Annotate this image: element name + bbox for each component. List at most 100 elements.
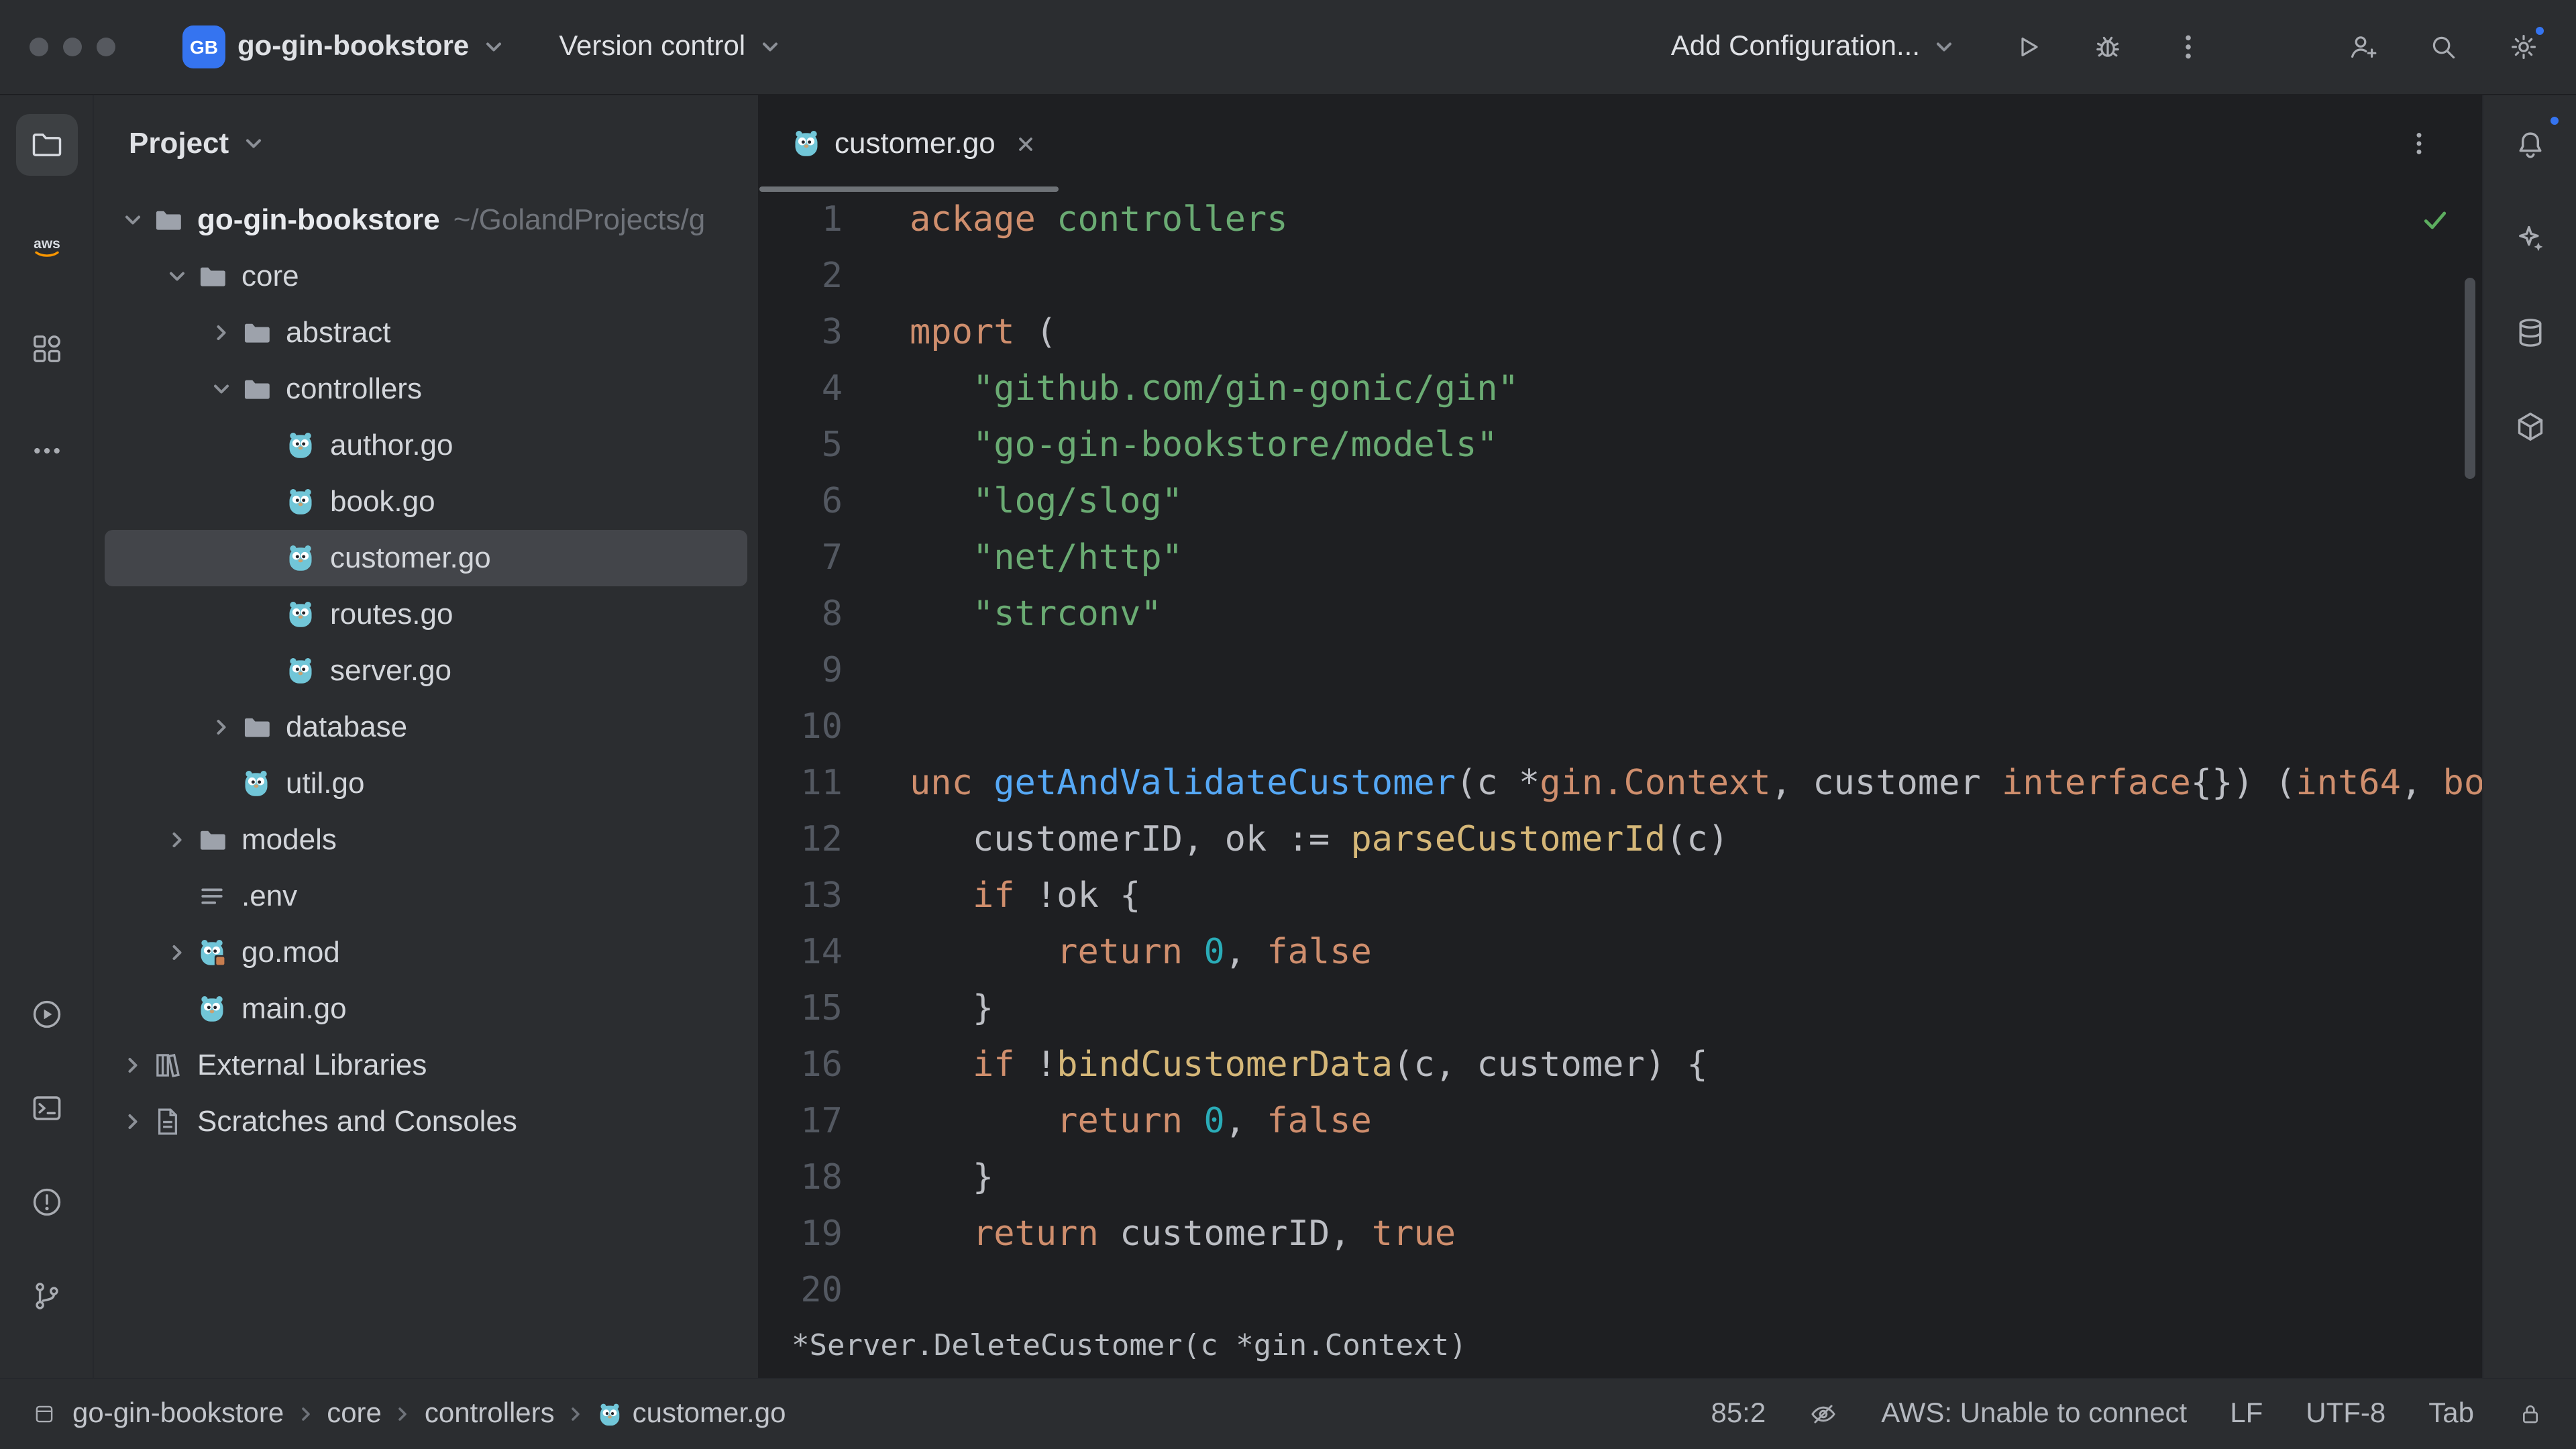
tool-window-button-notifications[interactable] [2499, 114, 2561, 176]
editor[interactable]: 1234567891011121314151617181920 ackage c… [759, 192, 2482, 1315]
chevron-down-icon[interactable] [160, 264, 195, 288]
line-number[interactable]: 15 [759, 981, 843, 1037]
run-configuration-widget[interactable]: Add Configuration... [1660, 23, 1967, 71]
settings-button[interactable] [2501, 24, 2546, 70]
window-minimize-button[interactable] [63, 38, 82, 56]
code-line-14[interactable]: return 0, false [910, 924, 2482, 981]
chevron-right-icon[interactable] [160, 828, 195, 852]
line-number[interactable]: 7 [759, 530, 843, 586]
tool-window-button-git[interactable] [15, 1265, 77, 1327]
code-line-10[interactable] [910, 699, 2482, 755]
window-close-button[interactable] [30, 38, 48, 56]
tool-window-button-database[interactable] [2499, 302, 2561, 364]
tool-window-button-terminal[interactable] [15, 1077, 77, 1139]
aws-connection-status[interactable]: AWS: Unable to connect [1881, 1398, 2187, 1430]
chevron-right-icon[interactable] [204, 715, 239, 739]
chevron-down-icon[interactable] [115, 208, 150, 232]
line-number[interactable]: 19 [759, 1206, 843, 1263]
caret-position-widget[interactable]: 85:2 [1711, 1398, 1766, 1430]
line-number[interactable]: 16 [759, 1037, 843, 1093]
line-number[interactable]: 17 [759, 1093, 843, 1150]
project-tree-item-util-go[interactable]: util.go [105, 755, 747, 812]
breadcrumb-item-go-gin-bookstore[interactable]: go-gin-bookstore [72, 1398, 284, 1430]
search-button[interactable] [2420, 24, 2466, 70]
vcs-widget[interactable]: Version control [548, 23, 792, 71]
more-vertical-button[interactable] [2165, 24, 2211, 70]
code-line-2[interactable] [910, 248, 2482, 305]
tool-window-button-package[interactable] [2499, 396, 2561, 458]
highlighting-level-icon[interactable] [1809, 1399, 1838, 1429]
project-tree-item-main-go[interactable]: main.go [105, 981, 747, 1037]
tool-window-button-ai-assistant[interactable] [2499, 208, 2561, 270]
project-tree-item-external-libraries[interactable]: External Libraries [105, 1037, 747, 1093]
tab-close-icon[interactable] [1014, 132, 1037, 155]
tool-window-button-run[interactable] [15, 983, 77, 1045]
line-number[interactable]: 10 [759, 699, 843, 755]
window-zoom-button[interactable] [97, 38, 115, 56]
line-number[interactable]: 14 [759, 924, 843, 981]
tool-window-button-aws[interactable]: aws [15, 216, 77, 278]
project-tree-item-routes-go[interactable]: routes.go [105, 586, 747, 643]
project-tree-item-customer-go[interactable]: customer.go [105, 530, 747, 586]
encoding-widget[interactable]: UTF-8 [2306, 1398, 2385, 1430]
project-tree-item-go-gin-bookstore[interactable]: go-gin-bookstore~/GolandProjects/g [105, 192, 747, 248]
tool-window-button-more-horizontal[interactable] [15, 420, 77, 482]
code-line-4[interactable]: "github.com/gin-gonic/gin" [910, 361, 2482, 417]
chevron-right-icon[interactable] [115, 1110, 150, 1134]
breadcrumb-item-controllers[interactable]: controllers [425, 1398, 555, 1430]
breadcrumb-item-core[interactable]: core [327, 1398, 382, 1430]
code-line-17[interactable]: return 0, false [910, 1093, 2482, 1150]
code-line-7[interactable]: "net/http" [910, 530, 2482, 586]
debug-button[interactable] [2085, 24, 2131, 70]
code-line-19[interactable]: return customerID, true [910, 1206, 2482, 1263]
code-line-12[interactable]: customerID, ok := parseCustomerId(c) [910, 812, 2482, 868]
file-lock-icon[interactable] [2517, 1401, 2544, 1428]
line-separator-widget[interactable]: LF [2230, 1398, 2263, 1430]
code-line-6[interactable]: "log/slog" [910, 474, 2482, 530]
code-line-1[interactable]: ackage controllers [910, 192, 2482, 248]
project-window-icon[interactable] [32, 1402, 56, 1426]
line-number[interactable]: 1 [759, 192, 843, 248]
chevron-right-icon[interactable] [115, 1053, 150, 1077]
editor-tab-customer-go[interactable]: customer.go [759, 95, 1059, 192]
tool-window-button-problems[interactable] [15, 1171, 77, 1233]
code-line-18[interactable]: } [910, 1150, 2482, 1206]
code-line-15[interactable]: } [910, 981, 2482, 1037]
project-tree-item-author-go[interactable]: author.go [105, 417, 747, 474]
project-widget[interactable]: GB go-gin-bookstore [172, 17, 516, 76]
chevron-right-icon[interactable] [160, 941, 195, 965]
project-tree-item-book-go[interactable]: book.go [105, 474, 747, 530]
chevron-down-icon[interactable] [204, 377, 239, 401]
project-tree-item-controllers[interactable]: controllers [105, 361, 747, 417]
inspections-passed-icon[interactable] [2420, 205, 2450, 235]
line-number[interactable]: 5 [759, 417, 843, 474]
line-number[interactable]: 4 [759, 361, 843, 417]
code-line-11[interactable]: unc getAndValidateCustomer(c *gin.Contex… [910, 755, 2482, 812]
code-line-16[interactable]: if !bindCustomerData(c, customer) { [910, 1037, 2482, 1093]
line-number[interactable]: 11 [759, 755, 843, 812]
line-number[interactable]: 18 [759, 1150, 843, 1206]
tool-window-button-structure[interactable] [15, 318, 77, 380]
code-line-3[interactable]: mport ( [910, 305, 2482, 361]
project-tree-item-env[interactable]: .env [105, 868, 747, 924]
code-line-5[interactable]: "go-gin-bookstore/models" [910, 417, 2482, 474]
project-tree-item-abstract[interactable]: abstract [105, 305, 747, 361]
code-line-13[interactable]: if !ok { [910, 868, 2482, 924]
line-number[interactable]: 3 [759, 305, 843, 361]
chevron-right-icon[interactable] [204, 321, 239, 345]
project-tree-item-scratches-and-consoles[interactable]: Scratches and Consoles [105, 1093, 747, 1150]
code-line-8[interactable]: "strconv" [910, 586, 2482, 643]
line-number[interactable]: 20 [759, 1263, 843, 1315]
editor-scrollbar-thumb[interactable] [2465, 278, 2475, 479]
project-tree-item-models[interactable]: models [105, 812, 747, 868]
line-number[interactable]: 13 [759, 868, 843, 924]
project-tree-item-database[interactable]: database [105, 699, 747, 755]
line-number[interactable]: 2 [759, 248, 843, 305]
tab-options-icon[interactable] [2404, 129, 2434, 158]
tool-window-button-project[interactable] [15, 114, 77, 176]
project-tree-item-core[interactable]: core [105, 248, 747, 305]
breadcrumb-item-customer-go[interactable]: customer.go [598, 1398, 786, 1430]
indent-widget[interactable]: Tab [2428, 1398, 2474, 1430]
line-number[interactable]: 12 [759, 812, 843, 868]
user-plus-button[interactable] [2340, 24, 2385, 70]
